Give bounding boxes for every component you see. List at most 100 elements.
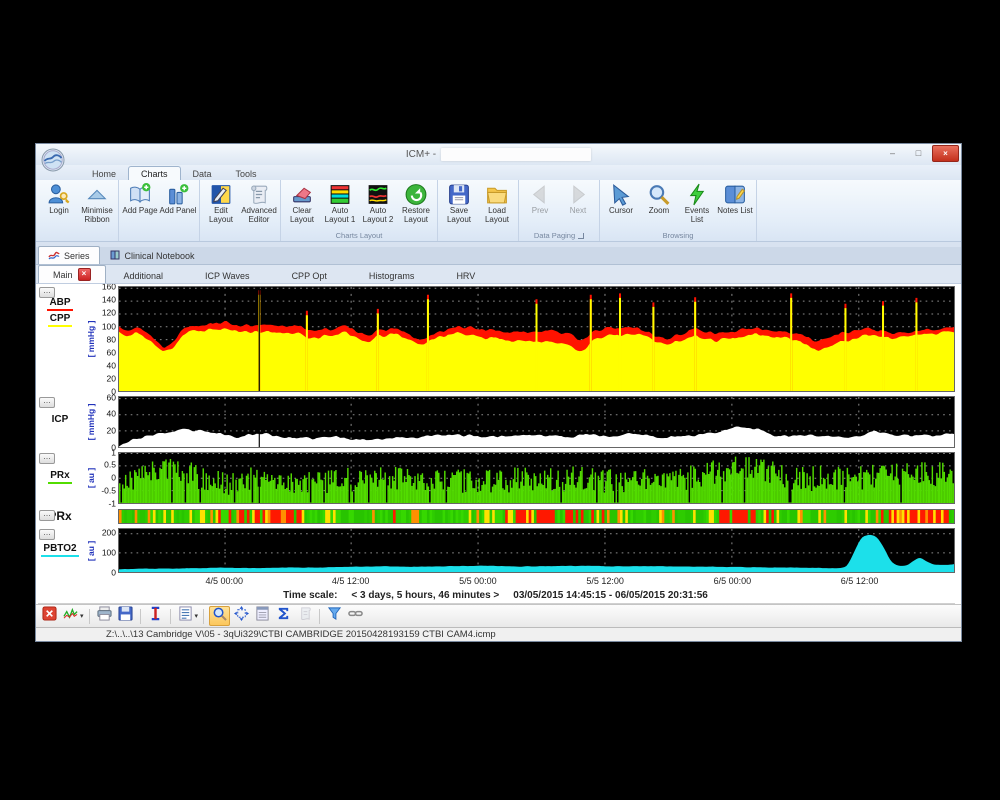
panel-labels-prx-band: …PRx [36,509,84,524]
page-tab-cpp-opt[interactable]: CPP Opt [278,269,341,283]
minimise-ribbon-button[interactable]: Minimise Ribbon [78,181,116,230]
time-tick-label: 4/5 12:00 [332,576,370,586]
annotation-ibeam-button[interactable] [146,607,165,625]
time-tick-label: 4/5 00:00 [206,576,244,586]
add-panel-button[interactable]: Add Panel [159,181,197,230]
login-button[interactable]: Login [40,181,78,230]
series-label-pbto2: PBTO2 [41,543,78,557]
ribbon-group: Save LayoutLoad Layout [438,180,519,241]
ribbon-group-charts-layout: Clear LayoutAuto Layout 1Auto Layout 2Re… [281,180,438,241]
sigma-icon [276,606,291,626]
statistics-sigma-button[interactable] [274,607,293,625]
auto-layout-2-button[interactable]: Auto Layout 2 [359,181,397,230]
doc-tab-series[interactable]: Series [38,246,100,264]
app-logo-icon[interactable] [41,148,65,172]
clear-layout-button[interactable]: Clear Layout [283,181,321,230]
panel-prx: …PRx[ au ]-1-0.500.51 [36,452,955,504]
page-tab-additional[interactable]: Additional [110,269,178,283]
toolbar-separator [140,609,141,624]
restore-layout-button[interactable]: Restore Layout [397,181,435,230]
maximize-button[interactable]: □ [906,145,931,160]
toolbar-separator [89,609,90,624]
page-tab-icp-waves[interactable]: ICP Waves [191,269,264,283]
page-tab-hrv[interactable]: HRV [442,269,489,283]
close-red-icon [42,606,57,626]
dropdown-arrow-icon[interactable]: ▾ [195,612,199,620]
events-list-button[interactable]: Events List [678,181,716,230]
panel-close-button[interactable] [40,607,59,625]
next-icon [565,182,591,207]
cursor-button[interactable]: Cursor [602,181,640,230]
notes-list-icon [722,182,748,207]
panel-menu-button[interactable]: … [39,453,55,464]
link-icon [348,606,363,626]
report-button[interactable] [253,607,272,625]
login-icon [46,182,72,207]
page-tab-histograms[interactable]: Histograms [355,269,429,283]
page-tab-main[interactable]: Main× [38,265,106,283]
plot-icp[interactable] [118,396,955,448]
y-axis-ticks: 020406080100120140160 [97,286,118,392]
notes-list-button[interactable]: Notes List [716,181,754,230]
ribbon-tab-charts[interactable]: Charts [128,166,181,180]
link-button[interactable] [346,607,365,625]
panel-menu-button[interactable]: … [39,529,55,540]
time-tick-label: 5/5 12:00 [586,576,624,586]
doc-tab-clinical-notebook[interactable]: Clinical Notebook [100,247,204,264]
panel-labels-icp: … ICP [36,396,84,448]
ribbon: LoginMinimise RibbonAdd PageAdd PanelEdi… [36,180,961,242]
filter-button[interactable] [325,607,344,625]
auto-layout-1-icon [327,182,353,207]
trace-icon [63,606,78,626]
zoom-icon [646,182,672,207]
series-label-cpp: CPP [48,313,73,327]
close-tab-icon[interactable]: × [78,268,91,281]
save-image-button[interactable] [116,607,135,625]
ribbon-group-data-paging: PrevNextData Paging [519,180,600,241]
close-button[interactable]: × [932,145,959,162]
filter-icon [327,606,342,626]
series-label-icp: ICP [50,414,71,428]
fit-icon [234,606,249,626]
script-icon [297,606,312,626]
ribbon-tab-home[interactable]: Home [80,167,128,180]
advanced-editor-button[interactable]: Advanced Editor [240,181,278,230]
signal-trace-button[interactable] [61,607,80,625]
series-label-prx: PRx [48,470,71,484]
dialog-launcher-icon[interactable] [578,233,584,239]
ribbon-tab-tools[interactable]: Tools [224,167,269,180]
time-axis-labels: 4/5 00:004/5 12:005/5 00:005/5 12:006/5 … [118,575,955,588]
horizontal-scrollbar[interactable]: ‹ › [38,603,955,604]
plot-abp-cpp[interactable] [118,286,955,392]
time-scale-bar: Time scale: < 3 days, 5 hours, 46 minute… [36,588,955,602]
panel-pbto2: …PBTO2[ au ]0100200 [36,528,955,573]
panel-menu-button[interactable]: … [39,397,55,408]
ribbon-group: LoginMinimise Ribbon [38,180,119,241]
fit-layout-button[interactable] [232,607,251,625]
panel-labels-pbto2: … PBTO2 [36,528,84,573]
bottom-toolbar: ▾▾ [36,604,961,627]
auto-layout-1-button[interactable]: Auto Layout 1 [321,181,359,230]
panel-labels-abp-cpp: …ABPCPP [36,286,84,392]
load-layout-button[interactable]: Load Layout [478,181,516,230]
plot-prx[interactable] [118,452,955,504]
print-button[interactable] [95,607,114,625]
plot-prx-band[interactable] [118,509,955,524]
ribbon-tab-data[interactable]: Data [181,167,224,180]
zoom-button[interactable]: Zoom [640,181,678,230]
axis-unit-label: [ mmHg ] [84,396,97,448]
events-list-icon [684,182,710,207]
save-layout-button[interactable]: Save Layout [440,181,478,230]
plot-pbto2[interactable] [118,528,955,573]
redacted-patient-id [441,148,591,161]
edit-layout-button[interactable]: Edit Layout [202,181,240,230]
panel-menu-button[interactable]: … [39,510,55,521]
add-page-button[interactable]: Add Page [121,181,159,230]
save-layout-icon [446,182,472,207]
minimize-button[interactable]: – [880,145,905,160]
dropdown-arrow-icon[interactable]: ▾ [80,612,84,620]
zoom-tool-button[interactable] [209,606,230,626]
axis-unit-label: [ au ] [84,528,97,573]
panel-menu-button[interactable]: … [39,287,55,298]
notes-list-small-button[interactable] [176,607,195,625]
